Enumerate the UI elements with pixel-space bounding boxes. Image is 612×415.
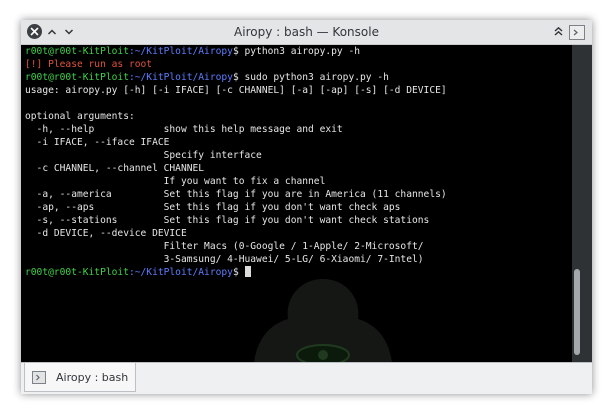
terminal-line: optional arguments: — [25, 110, 447, 123]
double-chevron-up-icon — [554, 26, 563, 36]
terminal-icon — [573, 29, 578, 36]
terminal-line: r00t@r00t-KitPloit:~/KitPloit/Airopy$ — [25, 266, 447, 279]
output-text: 3-Samsung/ 4-Huawei/ 5-LG/ 6-Xiaomi/ 7-I… — [25, 254, 424, 265]
konsole-window: Airopy : bash — Konsole r00t@r00t-KitPlo… — [21, 20, 592, 394]
app-menu-button[interactable] — [569, 25, 585, 40]
terminal-line: 3-Samsung/ 4-Huawei/ 5-LG/ 6-Xiaomi/ 7-I… — [25, 253, 447, 266]
window-menu-button[interactable] — [551, 24, 566, 39]
output-text: usage: airopy.py [-h] [-i IFACE] [-c CHA… — [25, 85, 447, 96]
prompt-path: :~/KitPloit/Airopy — [128, 72, 233, 83]
terminal-line: [!] Please run as root — [25, 58, 447, 71]
terminal-line: -d DEVICE, --device DEVICE — [25, 227, 447, 240]
error-text: [!] Please run as root — [25, 59, 153, 70]
terminal-line: -c CHANNEL, --channel CHANNEL — [25, 162, 447, 175]
minimize-button[interactable] — [61, 24, 76, 39]
prompt-path: :~/KitPloit/Airopy — [128, 46, 233, 57]
close-button[interactable] — [27, 24, 42, 39]
output-text: Specify interface — [25, 150, 262, 161]
output-text: -i IFACE, --iface IFACE — [25, 137, 170, 148]
terminal-line: If you want to fix a channel — [25, 175, 447, 188]
output-text: If you want to fix a channel — [25, 176, 326, 187]
prompt-user-host: r00t@r00t-KitPloit — [25, 72, 129, 83]
terminal-line: -i IFACE, --iface IFACE — [25, 136, 447, 149]
terminal-lines: r00t@r00t-KitPloit:~/KitPloit/Airopy$ py… — [25, 45, 447, 279]
close-icon — [30, 27, 39, 36]
prompt-path: :~/KitPloit/Airopy — [128, 267, 233, 278]
chevron-down-icon — [64, 28, 73, 35]
output-text: -d DEVICE, --device DEVICE — [25, 228, 187, 239]
scrollbar-thumb[interactable] — [574, 269, 580, 355]
terminal-line: -a, --america Set this flag if you are i… — [25, 188, 447, 201]
command-text: sudo python3 airopy.py -h — [238, 72, 389, 83]
terminal-line: -s, --stations Set this flag if you don'… — [25, 214, 447, 227]
chevron-up-icon — [47, 28, 56, 35]
terminal-line: Filter Macs (0-Google / 1-Apple/ 2-Micro… — [25, 240, 447, 253]
tab-airopy-bash[interactable]: Airopy : bash — [24, 363, 136, 392]
terminal-line: -h, --help show this help message and ex… — [25, 123, 447, 136]
terminal-line: r00t@r00t-KitPloit:~/KitPloit/Airopy$ su… — [25, 71, 447, 84]
terminal-output[interactable]: r00t@r00t-KitPloit:~/KitPloit/Airopy$ py… — [21, 45, 572, 362]
terminal-icon — [32, 370, 46, 384]
output-text: -s, --stations Set this flag if you don'… — [25, 215, 430, 226]
output-text: -a, --america Set this flag if you are i… — [25, 189, 447, 200]
terminal-line: -ap, --aps Set this flag if you don't wa… — [25, 201, 447, 214]
tab-label: Airopy : bash — [56, 370, 129, 384]
text-cursor — [244, 266, 251, 277]
window-title: Airopy : bash — Konsole — [234, 25, 379, 39]
prompt-user-host: r00t@r00t-KitPloit — [25, 46, 129, 57]
output-text: Filter Macs (0-Google / 1-Apple/ 2-Micro… — [25, 241, 424, 252]
terminal-line: Specify interface — [25, 149, 447, 162]
terminal-line: usage: airopy.py [-h] [-i IFACE] [-c CHA… — [25, 84, 447, 97]
title-bar[interactable]: Airopy : bash — Konsole — [21, 20, 592, 45]
terminal-line: r00t@r00t-KitPloit:~/KitPloit/Airopy$ py… — [25, 45, 447, 58]
output-text: -h, --help show this help message and ex… — [25, 124, 343, 135]
tab-bar: Airopy : bash — [21, 362, 592, 394]
output-text: -ap, --aps Set this flag if you don't wa… — [25, 202, 401, 213]
keep-above-button[interactable] — [44, 24, 59, 39]
prompt-user-host: r00t@r00t-KitPloit — [25, 267, 129, 278]
command-text: python3 airopy.py -h — [238, 46, 361, 57]
output-text: -c CHANNEL, --channel CHANNEL — [25, 163, 205, 174]
output-text: optional arguments: — [25, 111, 135, 122]
